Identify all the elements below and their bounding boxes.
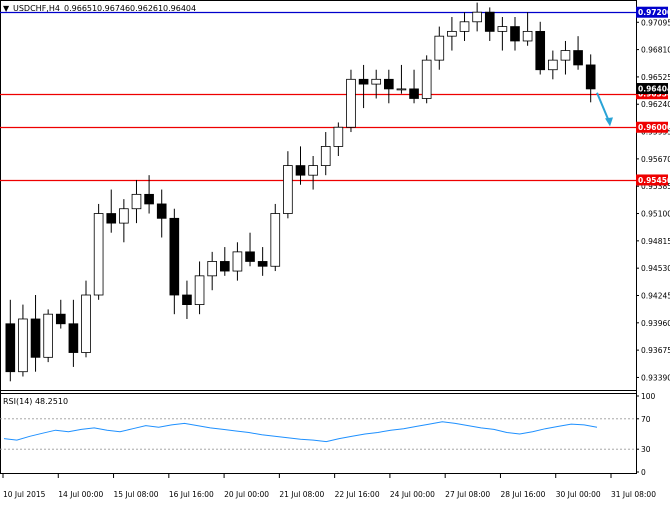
price-tick-label: 0.93960 [641, 319, 670, 328]
time-tick-label: 16 Jul 16:00 [169, 490, 214, 499]
candle [93, 203, 104, 300]
rsi-label: RSI(14) 48.2510 [3, 397, 68, 406]
candle-body [510, 26, 520, 42]
candle-body [5, 323, 16, 373]
candle-body [320, 146, 331, 166]
candle-body [156, 203, 167, 219]
candle-body [207, 261, 217, 277]
candle-body [55, 313, 66, 325]
candle-body [484, 11, 495, 32]
ohlc-close: 0.96404 [163, 4, 196, 13]
price-tick-label: 0.94815 [641, 237, 670, 246]
price-tick-label: 0.93390 [641, 373, 670, 382]
time-tick-label: 10 Jul 2015 [3, 490, 46, 499]
time-tick-label: 28 Jul 16:00 [500, 490, 545, 499]
chart: 0.970950.968100.965250.962400.959550.956… [0, 0, 670, 502]
candle-body [573, 50, 583, 66]
candle-body [585, 64, 596, 90]
rsi-tick-label: 100 [641, 392, 656, 401]
candle [346, 69, 356, 133]
candle-body [459, 21, 470, 32]
current-price-tag: 0.96404 [638, 85, 670, 94]
time-tick-label: 30 Jul 00:00 [556, 490, 601, 499]
candle-body [232, 251, 243, 272]
candle-body [219, 261, 230, 272]
rsi-tick-label: 0 [641, 468, 646, 477]
candle-body [283, 165, 293, 214]
candle-body [270, 213, 281, 267]
candle-body [409, 88, 419, 99]
candle-body [169, 217, 180, 296]
time-tick-label: 15 Jul 08:00 [114, 490, 159, 499]
candle-body [144, 193, 154, 205]
candle-body [535, 30, 546, 71]
candle-body [333, 126, 344, 147]
ohlc-high: 0.96746 [97, 4, 130, 13]
candle-body [257, 261, 268, 267]
price-tick-label: 0.96240 [641, 100, 670, 109]
candle-body [371, 78, 382, 85]
rsi-tick-label: 70 [641, 415, 651, 424]
level-tag-2: 0.96000 [638, 123, 670, 132]
time-tick-label: 14 Jul 00:00 [58, 490, 103, 499]
candle-body [93, 213, 104, 296]
candle-body [358, 78, 369, 85]
candle-body [522, 30, 533, 42]
price-tick-label: 0.93675 [641, 346, 670, 355]
candle-body [182, 294, 192, 305]
time-tick-label: 20 Jul 00:00 [224, 490, 269, 499]
level-tag-3: 0.95450 [638, 176, 670, 185]
candle-body [384, 78, 394, 90]
time-tick-label: 31 Jul 08:00 [611, 490, 656, 499]
time-tick-label: 24 Jul 00:00 [390, 490, 435, 499]
price-tick-label: 0.95100 [641, 210, 670, 219]
candle-body [472, 11, 482, 23]
candle-body [30, 318, 41, 358]
ohlc-low: 0.96261 [130, 4, 163, 13]
time-tick-label: 22 Jul 16:00 [335, 490, 380, 499]
candle-body [421, 59, 432, 99]
candle-body [245, 251, 255, 262]
price-tick-label: 0.94530 [641, 264, 670, 273]
candle-body [308, 165, 318, 176]
candle [43, 309, 53, 363]
level-tag-0: 0.97200 [638, 8, 670, 17]
price-tick-label: 0.96810 [641, 46, 670, 55]
price-tick-label: 0.95670 [641, 155, 670, 164]
rsi-tick-label: 30 [641, 445, 651, 454]
candle-body [346, 78, 356, 128]
symbol-dropdown-icon[interactable]: ▼ [3, 4, 10, 13]
price-tick-label: 0.96525 [641, 73, 670, 82]
candle-body [194, 275, 205, 305]
candle-body [81, 294, 91, 353]
candle-body [131, 193, 142, 210]
chart-svg: 0.970950.968100.965250.962400.959550.956… [0, 0, 670, 499]
chart-title: USDCHF,H4 [13, 4, 60, 13]
ohlc-open: 0.96651 [64, 4, 97, 13]
candle-body [548, 59, 558, 71]
candle-body [18, 318, 28, 373]
candle-body [560, 50, 571, 61]
candle-body [43, 313, 53, 358]
candle-body [295, 165, 306, 176]
price-tick-label: 0.97095 [641, 18, 670, 27]
candle-body [434, 35, 445, 61]
candle-body [396, 88, 407, 91]
candle [270, 203, 281, 272]
candle-body [106, 213, 117, 224]
time-tick-label: 21 Jul 08:00 [279, 490, 324, 499]
candle-body [119, 208, 129, 224]
time-tick-label: 27 Jul 08:00 [445, 490, 490, 499]
candle [421, 55, 432, 104]
candle-body [497, 26, 508, 32]
price-tick-label: 0.94245 [641, 291, 670, 300]
candle-body [68, 323, 79, 353]
candle-body [447, 30, 457, 37]
